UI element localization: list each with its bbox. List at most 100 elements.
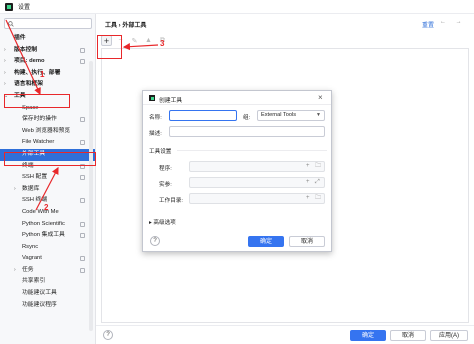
sidebar-item-label: Web 浏览器和预览 [22,127,71,134]
project-scope-icon [80,221,85,227]
dialog-ok-button[interactable]: 确定 [248,236,284,247]
name-label: 名称: [149,115,162,121]
description-label: 描述: [149,131,162,137]
dialog-help-button[interactable]: ? [150,236,160,246]
working-dir-field[interactable]: + 🗀 [189,193,325,204]
sidebar-item[interactable]: › 数据库 [0,184,95,196]
chevron-right-icon[interactable]: › [4,68,6,80]
dialog-cancel-button[interactable]: 取消 [289,236,325,247]
settings-search-input[interactable] [17,20,87,27]
reset-link[interactable]: 重置 [422,20,434,29]
insert-macro-icon[interactable]: + [306,194,310,203]
sidebar-item[interactable]: File Watcher [0,137,95,149]
insert-macro-icon[interactable]: + [306,178,310,187]
chevron-right-icon[interactable]: › [4,79,6,91]
sidebar-item[interactable]: 功能建议程序 [0,300,95,312]
chevron-right-icon[interactable]: › [14,184,16,196]
sidebar-item-label: 数据库 [22,185,40,192]
sidebar-item[interactable]: › 版本控制 [0,45,95,57]
app-logo-icon [149,95,155,101]
section-divider [177,150,327,151]
sidebar-item-label: SSH 配置 [22,174,48,181]
chevron-down-icon: ▼ [316,112,321,118]
window-title: 设置 [18,5,31,11]
sidebar-item-label: 项目: demo [14,58,45,65]
annotation-box-add-button [97,35,122,59]
program-label: 程序: [159,166,172,172]
sidebar-item[interactable]: › 项目: demo [0,56,95,68]
project-scope-icon [80,267,85,273]
close-icon[interactable]: × [318,93,323,102]
app-logo-icon [5,2,13,11]
history-nav-arrows[interactable]: ← → [440,19,466,25]
annotation-box-external-tools [4,152,96,166]
sidebar-item[interactable]: Web 浏览器和预览 [0,126,95,138]
sidebar-item[interactable]: Python Scientific [0,219,95,231]
chevron-right-icon[interactable]: › [4,56,6,68]
project-scope-icon [80,233,85,239]
dialog-title: 创建工具 [159,98,183,104]
sidebar-item[interactable]: Rsync [0,242,95,254]
sidebar-item[interactable]: Vagrant [0,253,95,265]
advanced-options-toggle[interactable]: ▸ 高级选项 [149,218,176,226]
sidebar-item[interactable]: 插件 [0,33,95,45]
settings-sidebar: 插件 › 版本控制 › 项目: demo › 构建、执行、部署 › 语言和框架 ⌄ 工具 Space 保… [0,14,96,344]
breadcrumb: 工具 › 外部工具 [105,23,147,29]
sidebar-item-label: File Watcher [22,139,55,146]
annotation-number-2: 2 [44,203,49,212]
settings-footer: ? 确定 取消 应用(A) [96,325,474,344]
sidebar-item-label: Code With Me [22,208,59,215]
group-select[interactable]: External Tools ▼ [257,110,325,121]
sidebar-item[interactable]: › 构建、执行、部署 [0,68,95,80]
chevron-right-icon[interactable]: › [14,265,16,277]
sidebar-item[interactable]: 功能建议工具 [0,288,95,300]
sidebar-item-label: 功能建议工具 [22,290,57,297]
sidebar-item[interactable]: 保存时的操作 [0,114,95,126]
move-up-button[interactable]: ▲ [143,35,154,46]
annotation-number-3: 3 [160,39,165,48]
sidebar-item-label: Rsync [22,243,39,250]
settings-search-box[interactable] [4,18,92,29]
arguments-field[interactable]: + ⤢ [189,177,325,188]
working-dir-label: 工作目录: [159,198,183,204]
sidebar-item-label: 构建、执行、部署 [14,69,61,76]
project-scope-icon [80,140,85,146]
description-field[interactable] [169,126,325,137]
sidebar-item[interactable]: 共享索引 [0,276,95,288]
tool-settings-header: 工具设置 [149,149,172,155]
sidebar-item[interactable]: Python 集成工具 [0,230,95,242]
sidebar-item[interactable]: › 语言和框架 [0,79,95,91]
dialog-title-bar: 创建工具 × [143,91,331,105]
settings-tree: 插件 › 版本控制 › 项目: demo › 构建、执行、部署 › 语言和框架 ⌄ 工具 Space 保… [0,33,95,311]
annotation-box-tools [4,94,70,108]
folder-icon[interactable]: 🗀 [315,194,321,203]
project-scope-icon [80,256,85,262]
program-field[interactable]: + 🗀 [189,161,325,172]
sidebar-scrollbar[interactable] [89,61,93,331]
sidebar-item-label: Vagrant [22,255,42,262]
annotation-number-1: 1 [40,70,45,79]
sidebar-item-label: 任务 [22,266,34,273]
folder-icon[interactable]: 🗀 [315,162,321,171]
advanced-options-label: 高级选项 [153,220,176,226]
group-select-value: External Tools [261,112,297,118]
sidebar-item[interactable]: › 任务 [0,265,95,277]
sidebar-item-label: 保存时的操作 [22,116,57,123]
project-scope-icon [80,59,85,65]
name-field[interactable] [169,110,237,121]
create-tool-dialog: 创建工具 × 名称: 组: External Tools ▼ 描述: 工具设置 … [142,90,332,252]
search-icon [8,20,14,27]
sidebar-item-label: 版本控制 [14,46,38,53]
cancel-button[interactable]: 取消 [390,330,426,341]
insert-macro-icon[interactable]: + [306,162,310,171]
edit-tool-button[interactable]: ✎ [129,35,140,46]
apply-button[interactable]: 应用(A) [430,330,468,341]
help-button[interactable]: ? [103,330,113,340]
chevron-right-icon[interactable]: › [4,45,6,57]
sidebar-item-label: 共享索引 [22,278,46,285]
ok-button[interactable]: 确定 [350,330,386,341]
arguments-label: 实参: [159,182,172,188]
project-scope-icon [80,117,85,123]
sidebar-item[interactable]: SSH 配置 [0,172,95,184]
expand-icon[interactable]: ⤢ [315,178,320,187]
